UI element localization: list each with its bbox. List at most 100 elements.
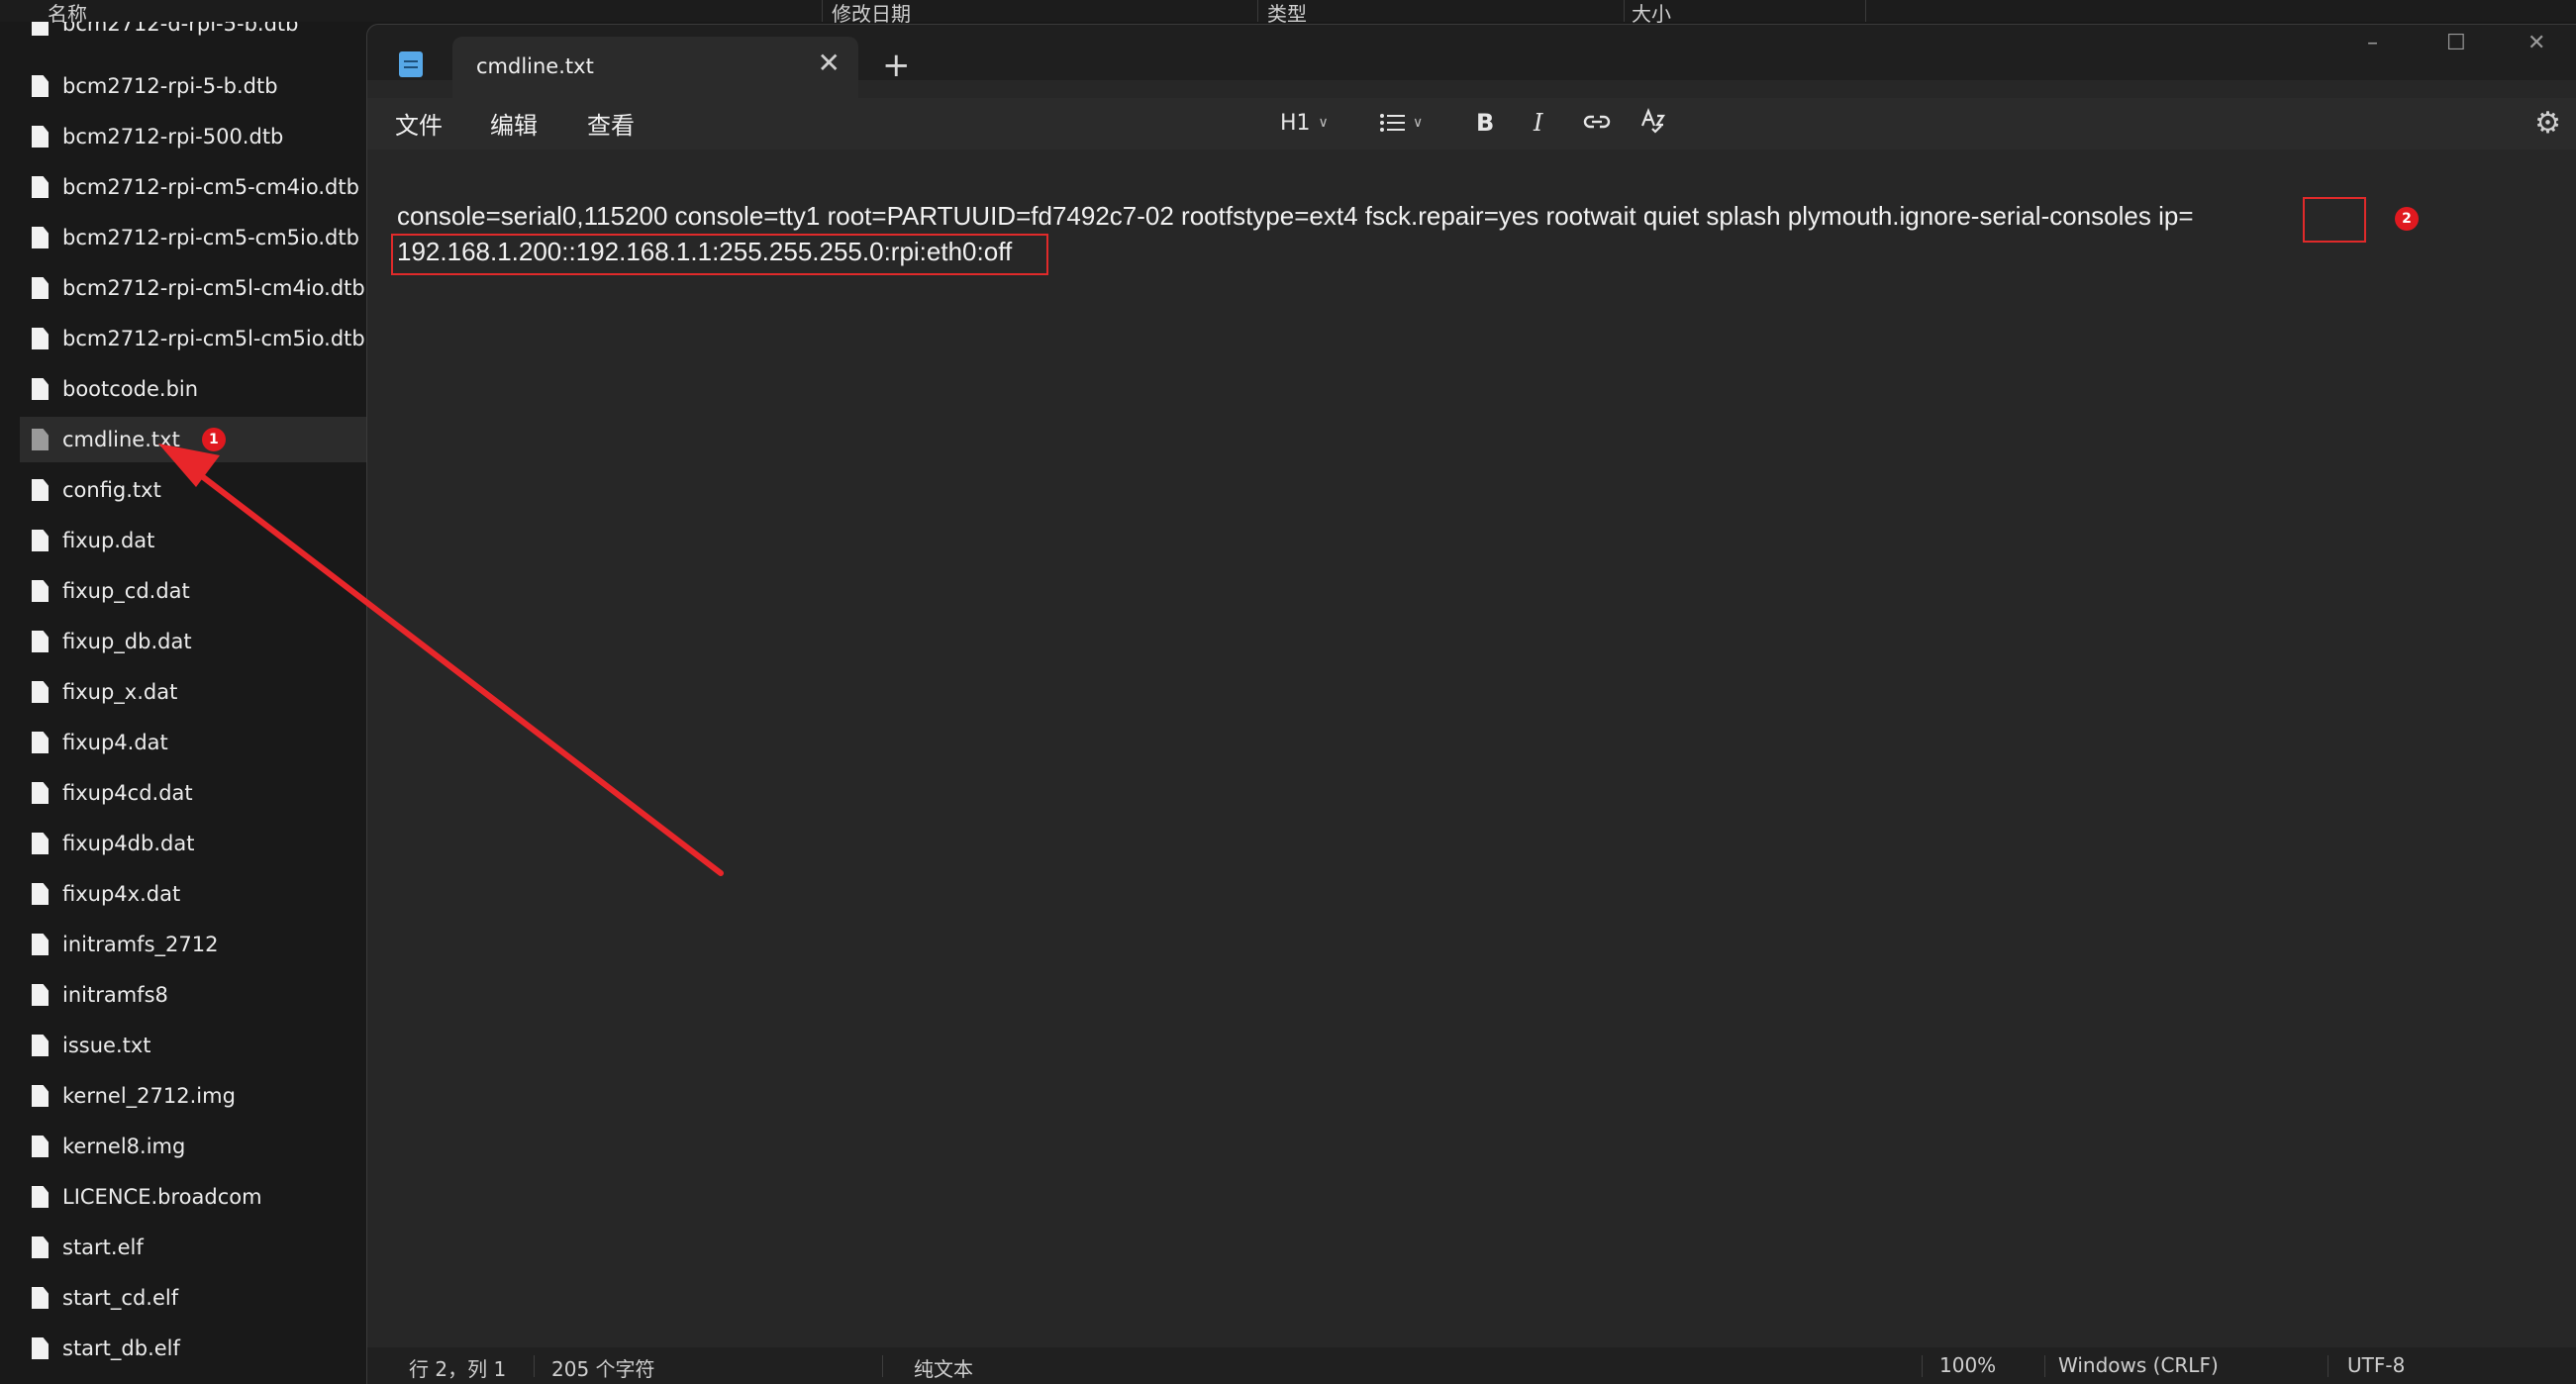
file-item[interactable]: bcm2712-rpi-cm5l-cm4io.dtb — [20, 265, 366, 311]
status-encoding[interactable]: UTF-8 — [2347, 1353, 2405, 1377]
file-item[interactable]: initramfs_2712 — [20, 922, 366, 967]
text-line-1[interactable]: console=serial0,115200 console=tty1 root… — [397, 201, 2194, 232]
file-icon — [32, 681, 49, 703]
file-name: fixup4db.dat — [62, 832, 195, 855]
file-name: kernel_2712.img — [62, 1084, 236, 1108]
explorer-column-header: 名称 修改日期 类型 大小 — [0, 0, 2576, 26]
file-item[interactable]: bcm2712-rpi-cm5l-cm5io.dtb — [20, 316, 366, 361]
file-icon — [32, 580, 49, 602]
minimize-button[interactable]: – — [2367, 31, 2378, 55]
close-window-button[interactable]: ✕ — [2527, 31, 2545, 55]
file-icon — [32, 328, 49, 349]
chevron-down-icon: ∨ — [1413, 115, 1424, 131]
file-icon — [32, 378, 49, 400]
italic-button[interactable]: I — [1534, 108, 1542, 138]
file-name: cmdline.txt — [62, 428, 180, 451]
file-name: initramfs8 — [62, 983, 168, 1007]
file-item[interactable]: bcm2712-rpi-cm5-cm5io.dtb — [20, 215, 366, 260]
file-item[interactable]: fixup_x.dat — [20, 669, 366, 715]
file-list: bcm2712-d-rpi-5-b.dtb bcm2712-rpi-5-b.dtb… — [0, 0, 366, 1384]
file-icon — [32, 1236, 49, 1258]
file-icon — [32, 176, 49, 198]
file-name: LICENCE.broadcom — [62, 1185, 262, 1209]
file-item[interactable]: issue.txt — [20, 1023, 366, 1068]
file-icon — [32, 1186, 49, 1208]
file-item[interactable]: LICENCE.broadcom — [20, 1174, 366, 1220]
column-modified[interactable]: 修改日期 — [832, 0, 911, 26]
file-item[interactable]: kernel_2712.img — [20, 1073, 366, 1119]
spellcheck-icon — [1640, 108, 1666, 134]
file-icon — [32, 75, 49, 97]
column-separator — [1865, 0, 1866, 22]
file-icon — [32, 530, 49, 551]
notepad-window: cmdline.txt ✕ + – ☐ ✕ 文件 编辑 查看 H1 ∨ ∨ B I — [366, 24, 2576, 1384]
file-item[interactable]: fixup4cd.dat — [20, 770, 366, 816]
file-icon — [32, 631, 49, 652]
file-icon — [32, 782, 49, 804]
list-dropdown[interactable]: ∨ — [1379, 108, 1423, 139]
file-name: bcm2712-rpi-cm5-cm5io.dtb — [62, 226, 359, 249]
file-name: bcm2712-rpi-cm5l-cm5io.dtb — [62, 327, 365, 350]
chevron-down-icon: ∨ — [1318, 115, 1329, 131]
file-item[interactable]: bcm2712-rpi-500.dtb — [20, 114, 366, 159]
file-item[interactable]: config.txt — [20, 467, 366, 513]
file-item[interactable]: fixup_cd.dat — [20, 568, 366, 614]
list-icon — [1380, 114, 1405, 132]
status-zoom[interactable]: 100% — [1939, 1353, 1996, 1377]
file-item[interactable]: bootcode.bin — [20, 366, 366, 412]
file-name: fixup_x.dat — [62, 680, 178, 704]
annotation-box-ip-value — [391, 234, 1048, 275]
menu-view[interactable]: 查看 — [587, 106, 635, 141]
text-editor[interactable]: console=serial0,115200 console=tty1 root… — [367, 149, 2576, 1351]
annotation-box-ip — [2303, 197, 2366, 243]
file-icon — [32, 479, 49, 501]
column-name[interactable]: 名称 — [48, 0, 87, 26]
status-position[interactable]: 行 2，列 1 — [409, 1353, 506, 1382]
file-item[interactable]: start_cd.elf — [20, 1275, 366, 1321]
file-name: fixup_cd.dat — [62, 579, 190, 603]
file-item[interactable]: cmdline.txt 1 — [20, 417, 366, 462]
file-name: fixup4.dat — [62, 731, 168, 754]
settings-gear-icon[interactable]: ⚙ — [2534, 106, 2561, 141]
file-icon — [32, 227, 49, 248]
file-name: fixup4x.dat — [62, 882, 181, 906]
file-icon — [32, 126, 49, 148]
file-item[interactable]: bcm2712-rpi-5-b.dtb — [20, 63, 366, 109]
file-name: issue.txt — [62, 1034, 151, 1057]
column-type[interactable]: 类型 — [1267, 0, 1307, 26]
file-icon — [32, 1287, 49, 1309]
file-item[interactable]: initramfs8 — [20, 972, 366, 1018]
close-icon[interactable]: ✕ — [818, 49, 841, 78]
file-icon — [32, 277, 49, 299]
file-item[interactable]: fixup.dat — [20, 518, 366, 563]
file-icon — [32, 1035, 49, 1056]
menu-edit[interactable]: 编辑 — [490, 106, 538, 141]
file-icon — [32, 984, 49, 1006]
menu-file[interactable]: 文件 — [395, 106, 443, 141]
column-size[interactable]: 大小 — [1632, 0, 1671, 26]
file-icon — [32, 429, 49, 450]
status-line-ending[interactable]: Windows (CRLF) — [2058, 1353, 2219, 1377]
maximize-button[interactable]: ☐ — [2446, 31, 2466, 55]
file-name: bcm2712-rpi-5-b.dtb — [62, 74, 278, 98]
file-item[interactable]: fixup4.dat — [20, 720, 366, 765]
file-item[interactable]: fixup4x.dat — [20, 871, 366, 917]
tab-cmdline[interactable]: cmdline.txt ✕ — [452, 37, 858, 98]
status-separator — [882, 1355, 883, 1377]
file-item[interactable]: start.elf — [20, 1225, 366, 1270]
bold-button[interactable]: B — [1476, 108, 1494, 138]
title-bar[interactable]: cmdline.txt ✕ + – ☐ ✕ — [367, 25, 2576, 98]
file-item[interactable]: start_db.elf — [20, 1326, 366, 1371]
file-item[interactable]: fixup4db.dat — [20, 821, 366, 866]
file-item[interactable]: kernel8.img — [20, 1124, 366, 1169]
heading-dropdown[interactable]: H1 ∨ — [1280, 108, 1329, 139]
file-item[interactable]: bcm2712-rpi-cm5-cm4io.dtb — [20, 164, 366, 210]
link-button[interactable] — [1583, 108, 1611, 138]
tab-title: cmdline.txt — [476, 54, 594, 78]
file-name: initramfs_2712 — [62, 933, 219, 956]
spellcheck-button[interactable] — [1640, 108, 1668, 138]
status-format[interactable]: 纯文本 — [914, 1353, 973, 1382]
file-item[interactable]: fixup_db.dat — [20, 619, 366, 664]
file-name: fixup4cd.dat — [62, 781, 193, 805]
new-tab-button[interactable]: + — [882, 49, 911, 82]
